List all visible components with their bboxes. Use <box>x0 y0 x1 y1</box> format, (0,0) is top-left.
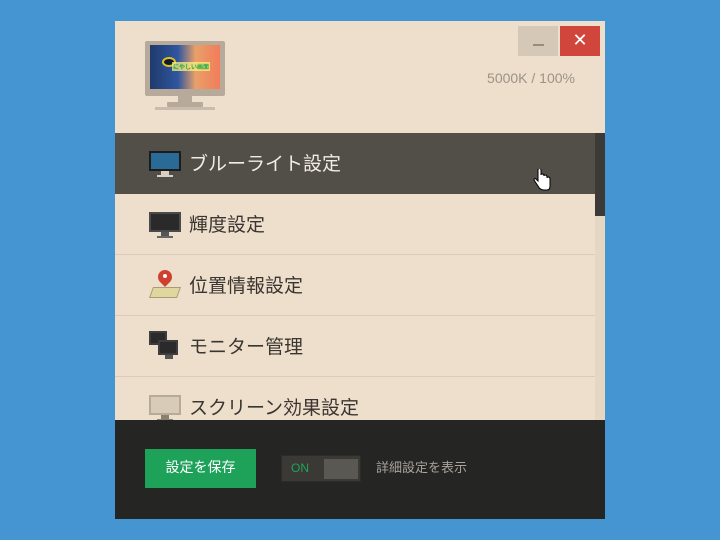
map-base-part <box>148 287 182 298</box>
menu-item-label: 輝度設定 <box>189 214 266 236</box>
monitor-screen-part <box>149 151 181 171</box>
monitor-stand-part <box>165 355 173 359</box>
menu-item-location[interactable]: 位置情報設定 <box>115 255 595 316</box>
menu-item-screen-effects[interactable]: スクリーン効果設定 <box>115 377 595 420</box>
monitor-icon <box>149 209 181 239</box>
menu-item-label: ブルーライト設定 <box>189 153 342 175</box>
monitor-front-part <box>158 340 178 355</box>
monitor-foot-part <box>157 175 173 177</box>
save-settings-button[interactable]: 設定を保存 <box>145 449 256 488</box>
monitor-screen-part <box>149 395 181 415</box>
color-temperature-status: 5000K / 100% <box>487 70 575 86</box>
menu-item-monitor-management[interactable]: モニター管理 <box>115 316 595 377</box>
menu-item-bluelight[interactable]: ブルーライト設定 <box>115 133 595 194</box>
monitor-icon <box>149 148 181 178</box>
menu-item-label: モニター管理 <box>189 336 304 358</box>
minimize-icon <box>533 44 544 46</box>
monitor-base-shadow <box>155 107 215 110</box>
monitor-foot-part <box>157 236 173 238</box>
app-window: ✕ にやしい画面 5000K / 100% ブルーライト設定 輝度設定 位置情報… <box>115 21 605 519</box>
toggle-knob <box>324 459 358 479</box>
menu-item-brightness[interactable]: 輝度設定 <box>115 194 595 255</box>
pin-dot-part <box>163 274 167 278</box>
scrollbar-thumb[interactable] <box>595 133 605 216</box>
advanced-settings-toggle[interactable]: ON <box>281 455 361 482</box>
monitor-icon <box>149 392 181 420</box>
map-pin-icon <box>148 267 182 300</box>
menu-scrollbar[interactable] <box>595 133 605 420</box>
hand-cursor-icon <box>533 169 551 191</box>
settings-menu: ブルーライト設定 輝度設定 位置情報設定 モニター管理 スクリーン効果設定 <box>115 133 595 420</box>
minimize-button[interactable] <box>518 26 558 56</box>
footer-bar: 設定を保存 ON 詳細設定を表示 <box>115 420 605 519</box>
close-button[interactable]: ✕ <box>560 26 600 56</box>
monitor-preview-icon: にやしい画面 <box>145 41 225 111</box>
menu-item-label: スクリーン効果設定 <box>189 397 360 419</box>
advanced-settings-label: 詳細設定を表示 <box>376 461 468 476</box>
toggle-state-label: ON <box>291 461 309 475</box>
multi-monitor-icon <box>149 331 181 361</box>
monitor-logo-text: にやしい画面 <box>172 62 211 71</box>
monitor-screen: にやしい画面 <box>150 45 220 89</box>
monitor-screen-part <box>149 212 181 232</box>
menu-item-label: 位置情報設定 <box>189 275 304 297</box>
